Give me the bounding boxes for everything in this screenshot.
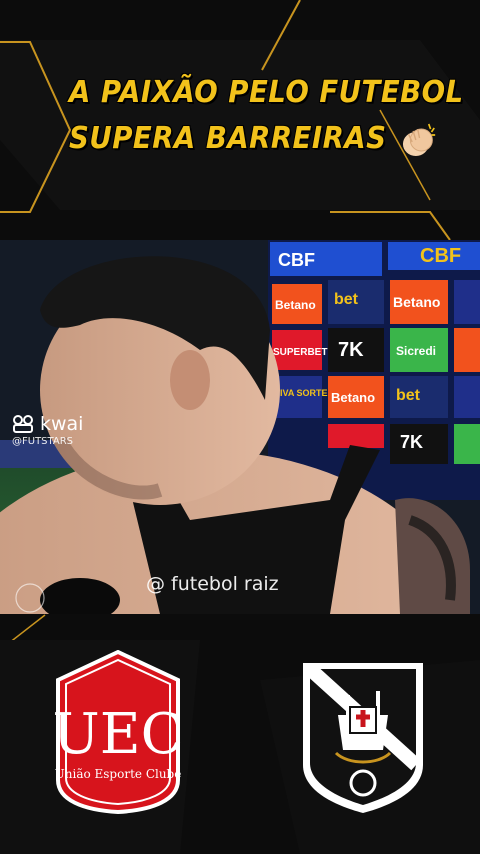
svg-text:7K: 7K bbox=[338, 339, 364, 361]
svg-text:Sicredi: Sicredi bbox=[396, 344, 436, 358]
crest-club-name: União Esporte Clube bbox=[55, 767, 182, 781]
kwai-handle: @FUTSTARS bbox=[12, 436, 73, 447]
svg-text:7K: 7K bbox=[400, 432, 423, 452]
kwai-watermark: kwai @FUTSTARS bbox=[12, 413, 83, 447]
vasco-da-gama-crest bbox=[303, 663, 423, 813]
headline-line-2: SUPERA BARREIRAS bbox=[69, 116, 442, 162]
svg-text:VIVA SORTE: VIVA SORTE bbox=[274, 388, 328, 398]
sponsor-cbf: CBF bbox=[278, 250, 315, 270]
headline-line-1: A PAIXÃO PELO FUTEBOL bbox=[69, 75, 464, 110]
headline: A PAIXÃO PELO FUTEBOL SUPERA BARREIRAS bbox=[0, 70, 464, 162]
clapping-hands-icon bbox=[403, 123, 436, 156]
svg-text:bet: bet bbox=[334, 291, 359, 308]
svg-text:bet: bet bbox=[396, 387, 421, 404]
svg-text:Betano: Betano bbox=[393, 294, 440, 310]
crest-initials: UEC bbox=[53, 702, 184, 767]
svg-text:CBF: CBF bbox=[420, 245, 461, 267]
svg-text:Betano: Betano bbox=[275, 298, 316, 312]
svg-text:SUPERBET: SUPERBET bbox=[273, 347, 327, 358]
headline-line-2-text: SUPERA BARREIRAS bbox=[69, 121, 387, 156]
svg-text:Betano: Betano bbox=[331, 390, 375, 405]
futebol-raiz-watermark: @ futebol raiz bbox=[146, 573, 279, 595]
kwai-brand-name: kwai bbox=[40, 413, 84, 435]
kwai-logo-icon bbox=[13, 415, 33, 433]
uniao-esporte-clube-crest: UEC União Esporte Clube bbox=[53, 650, 184, 815]
